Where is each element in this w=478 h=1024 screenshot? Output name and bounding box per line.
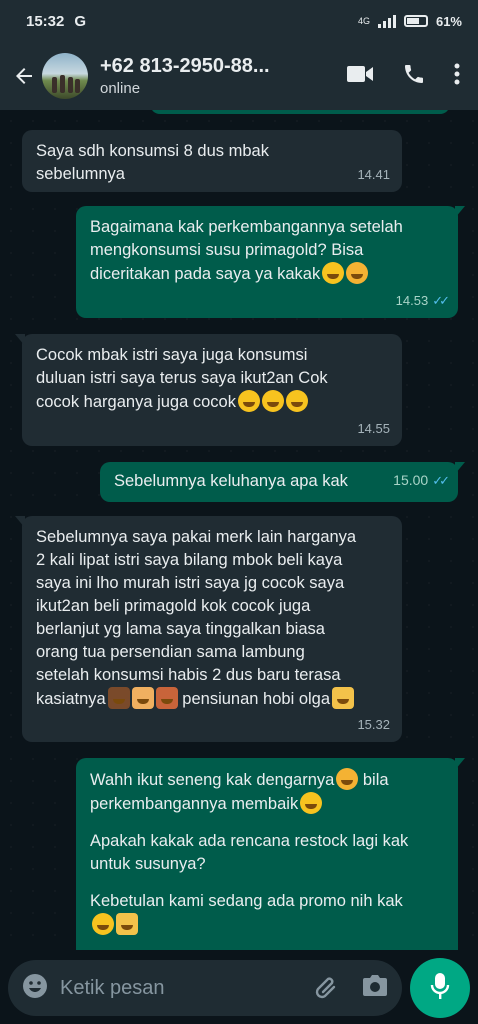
mic-button[interactable]: [410, 958, 470, 1018]
signal-icon: [377, 14, 396, 28]
message-input-placeholder: Ketik pesan: [60, 976, 165, 999]
message-meta: 14.41: [357, 163, 390, 186]
previous-message-edge: [150, 110, 450, 114]
message-incoming[interactable]: Sebelumnya saya pakai merk lain harganya…: [15, 516, 402, 742]
contact-name: +62 813-2950-88...: [100, 55, 270, 77]
bubble-tail: [455, 758, 465, 770]
message-text: Saya sdh konsumsi 8 dus mbak sebelumnya: [36, 142, 269, 183]
message-text: Sebelumnya keluhanya apa kak: [114, 472, 348, 490]
bubble-tail: [15, 516, 25, 528]
message-outgoing[interactable]: Wahh ikut seneng kak dengarnya bila perk…: [76, 758, 465, 950]
message-time: 15.32: [357, 717, 390, 732]
status-bar: 15:32 G 4G 61%: [0, 0, 478, 42]
folded-hands-emoji-icon: [332, 687, 355, 709]
avatar[interactable]: [42, 53, 88, 99]
header-actions: [346, 62, 460, 91]
folded-hands-emoji-icon: [116, 913, 138, 935]
bubble-tail: [15, 334, 25, 346]
smiling-face-emoji-icon: [92, 913, 114, 935]
video-call-icon[interactable]: [346, 63, 374, 90]
bubble-tail: [455, 462, 465, 474]
status-left: 15:32 G: [26, 13, 86, 30]
person-running-emoji-icon: [131, 687, 154, 709]
message-incoming[interactable]: Cocok mbak istri saya juga konsumsi dulu…: [15, 334, 402, 446]
smiling-face-emoji-icon: [300, 792, 323, 814]
more-vert-icon[interactable]: [454, 63, 460, 90]
google-icon: G: [74, 12, 87, 30]
hugging-face-emoji-icon: [336, 768, 359, 790]
message-text: Wahh ikut seneng kak dengarnya: [90, 771, 335, 789]
mic-icon: [430, 972, 450, 1005]
status-time: 15:32: [26, 12, 65, 30]
message-meta: 15.00 ✓✓: [393, 469, 450, 492]
grinning-face-emoji-icon: [261, 390, 284, 412]
battery-icon: [403, 15, 428, 27]
message-time: 14.41: [357, 167, 390, 182]
contact-info[interactable]: +62 813-2950-88... online: [100, 55, 346, 97]
input-bar: Ketik pesan: [0, 950, 478, 1024]
status-right: 4G 61%: [358, 14, 462, 29]
message-time: 14.55: [357, 421, 390, 436]
message-time: 14.53: [395, 293, 429, 308]
attach-icon[interactable]: [314, 973, 340, 1004]
message-outgoing[interactable]: Bagaimana kak perkembangannya setelah me…: [76, 206, 465, 318]
bubble-tail: [455, 206, 465, 218]
flexed-biceps-emoji-icon: [107, 687, 130, 709]
message-text: Sebelumnya saya pakai merk lain harganya…: [36, 528, 357, 708]
message-incoming[interactable]: Saya sdh konsumsi 8 dus mbak sebelumnya …: [22, 130, 402, 192]
phone-icon[interactable]: [402, 62, 426, 91]
emoji-icon[interactable]: [22, 973, 48, 1004]
message-time: 15.00: [393, 472, 429, 488]
chat-header: +62 813-2950-88... online: [0, 42, 478, 110]
grinning-face-emoji-icon: [285, 390, 308, 412]
message-text-paragraph: Kebetulan kami sedang ada promo nih kak: [90, 892, 403, 910]
message-text-paragraph: Apakah kakak ada rencana restock lagi ka…: [90, 832, 409, 873]
person-biking-emoji-icon: [155, 687, 178, 709]
message-meta: 15.32: [357, 713, 390, 736]
camera-icon[interactable]: [362, 974, 388, 1003]
chat-area[interactable]: Saya sdh konsumsi 8 dus mbak sebelumnya …: [0, 110, 478, 950]
message-text-suffix: pensiunan hobi olga: [177, 690, 331, 708]
message-meta: 14.55: [357, 417, 390, 440]
smiling-face-emoji-icon: [322, 262, 345, 284]
message-outgoing[interactable]: Sebelumnya keluhanya apa kak 15.00 ✓✓: [100, 462, 465, 502]
contact-status: online: [100, 80, 141, 97]
network-type: 4G: [357, 16, 370, 26]
read-ticks-icon: ✓✓: [432, 473, 450, 488]
hugging-face-emoji-icon: [346, 262, 369, 284]
battery-percent: 61%: [435, 13, 462, 29]
grinning-face-emoji-icon: [237, 390, 260, 412]
message-meta: 14.53 ✓✓: [395, 289, 450, 312]
back-arrow-icon[interactable]: [10, 62, 38, 90]
message-input[interactable]: Ketik pesan: [8, 960, 402, 1016]
read-ticks-icon: ✓✓: [432, 293, 450, 308]
